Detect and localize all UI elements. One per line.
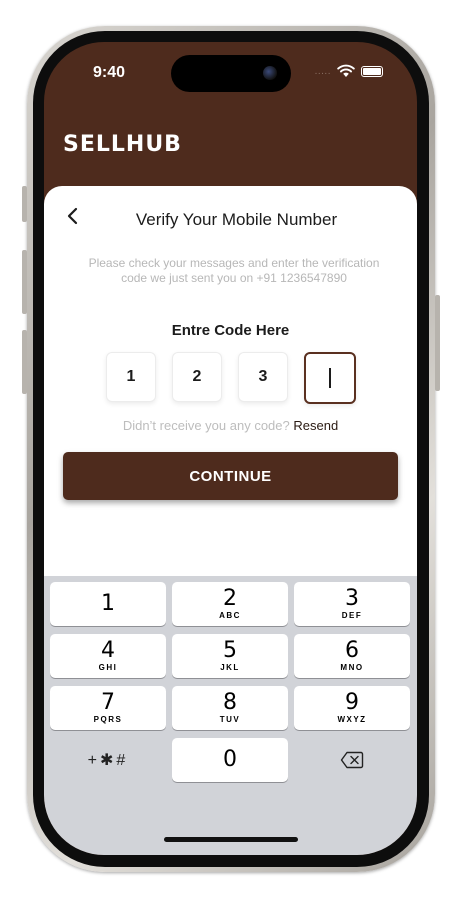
key-3[interactable]: 3 DEF bbox=[294, 582, 410, 626]
symbols-label: +✱# bbox=[87, 752, 129, 769]
verify-card: Verify Your Mobile Number Please check y… bbox=[44, 186, 417, 606]
action-button bbox=[22, 186, 27, 222]
key-6[interactable]: 6 MNO bbox=[294, 634, 410, 678]
battery-icon bbox=[361, 65, 383, 77]
wifi-icon bbox=[337, 64, 355, 77]
signal-icon: ..... bbox=[314, 65, 331, 77]
status-time: 9:40 bbox=[93, 64, 126, 81]
screen: 9:40 ..... SELLHUB Verify Your Mobile Nu… bbox=[44, 42, 417, 855]
continue-button[interactable]: CONTINUE bbox=[63, 452, 398, 500]
numeric-keypad: 1 2 ABC 3 DEF 4 GHI 5 JKL 6 MNO 7 PQRS 8… bbox=[44, 576, 417, 855]
key-0[interactable]: 0 bbox=[172, 738, 288, 782]
key-2[interactable]: 2 ABC bbox=[172, 582, 288, 626]
camera-icon bbox=[263, 66, 277, 80]
key-delete[interactable] bbox=[294, 738, 410, 782]
home-indicator[interactable] bbox=[164, 837, 298, 842]
status-indicators: ..... bbox=[315, 64, 383, 78]
app-brand: SELLHUB bbox=[63, 132, 182, 157]
page-title: Verify Your Mobile Number bbox=[135, 210, 338, 229]
code-digit-2[interactable]: 2 bbox=[172, 352, 222, 402]
key-5[interactable]: 5 JKL bbox=[172, 634, 288, 678]
key-1[interactable]: 1 bbox=[50, 582, 166, 626]
key-9[interactable]: 9 WXYZ bbox=[294, 686, 410, 730]
code-label: Entre Code Here bbox=[171, 322, 290, 339]
power-button bbox=[435, 295, 440, 391]
key-4[interactable]: 4 GHI bbox=[50, 634, 166, 678]
key-8[interactable]: 8 TUV bbox=[172, 686, 288, 730]
volume-up-button bbox=[22, 250, 27, 314]
resend-prompt: Didn’t receive you any code? bbox=[122, 418, 290, 433]
volume-down-button bbox=[22, 330, 27, 394]
code-digit-4[interactable] bbox=[304, 352, 356, 404]
dynamic-island bbox=[171, 55, 291, 92]
text-cursor bbox=[329, 368, 331, 388]
key-symbols[interactable]: +✱# bbox=[50, 738, 166, 782]
code-digit-3[interactable]: 3 bbox=[238, 352, 288, 402]
resend-row: Didn’t receive you any code? Resend bbox=[44, 418, 417, 433]
resend-link[interactable]: Resend bbox=[293, 418, 338, 433]
code-digit-1[interactable]: 1 bbox=[106, 352, 156, 402]
verify-description: Please check your messages and enter the… bbox=[88, 256, 380, 285]
key-7[interactable]: 7 PQRS bbox=[50, 686, 166, 730]
backspace-icon bbox=[340, 751, 364, 769]
